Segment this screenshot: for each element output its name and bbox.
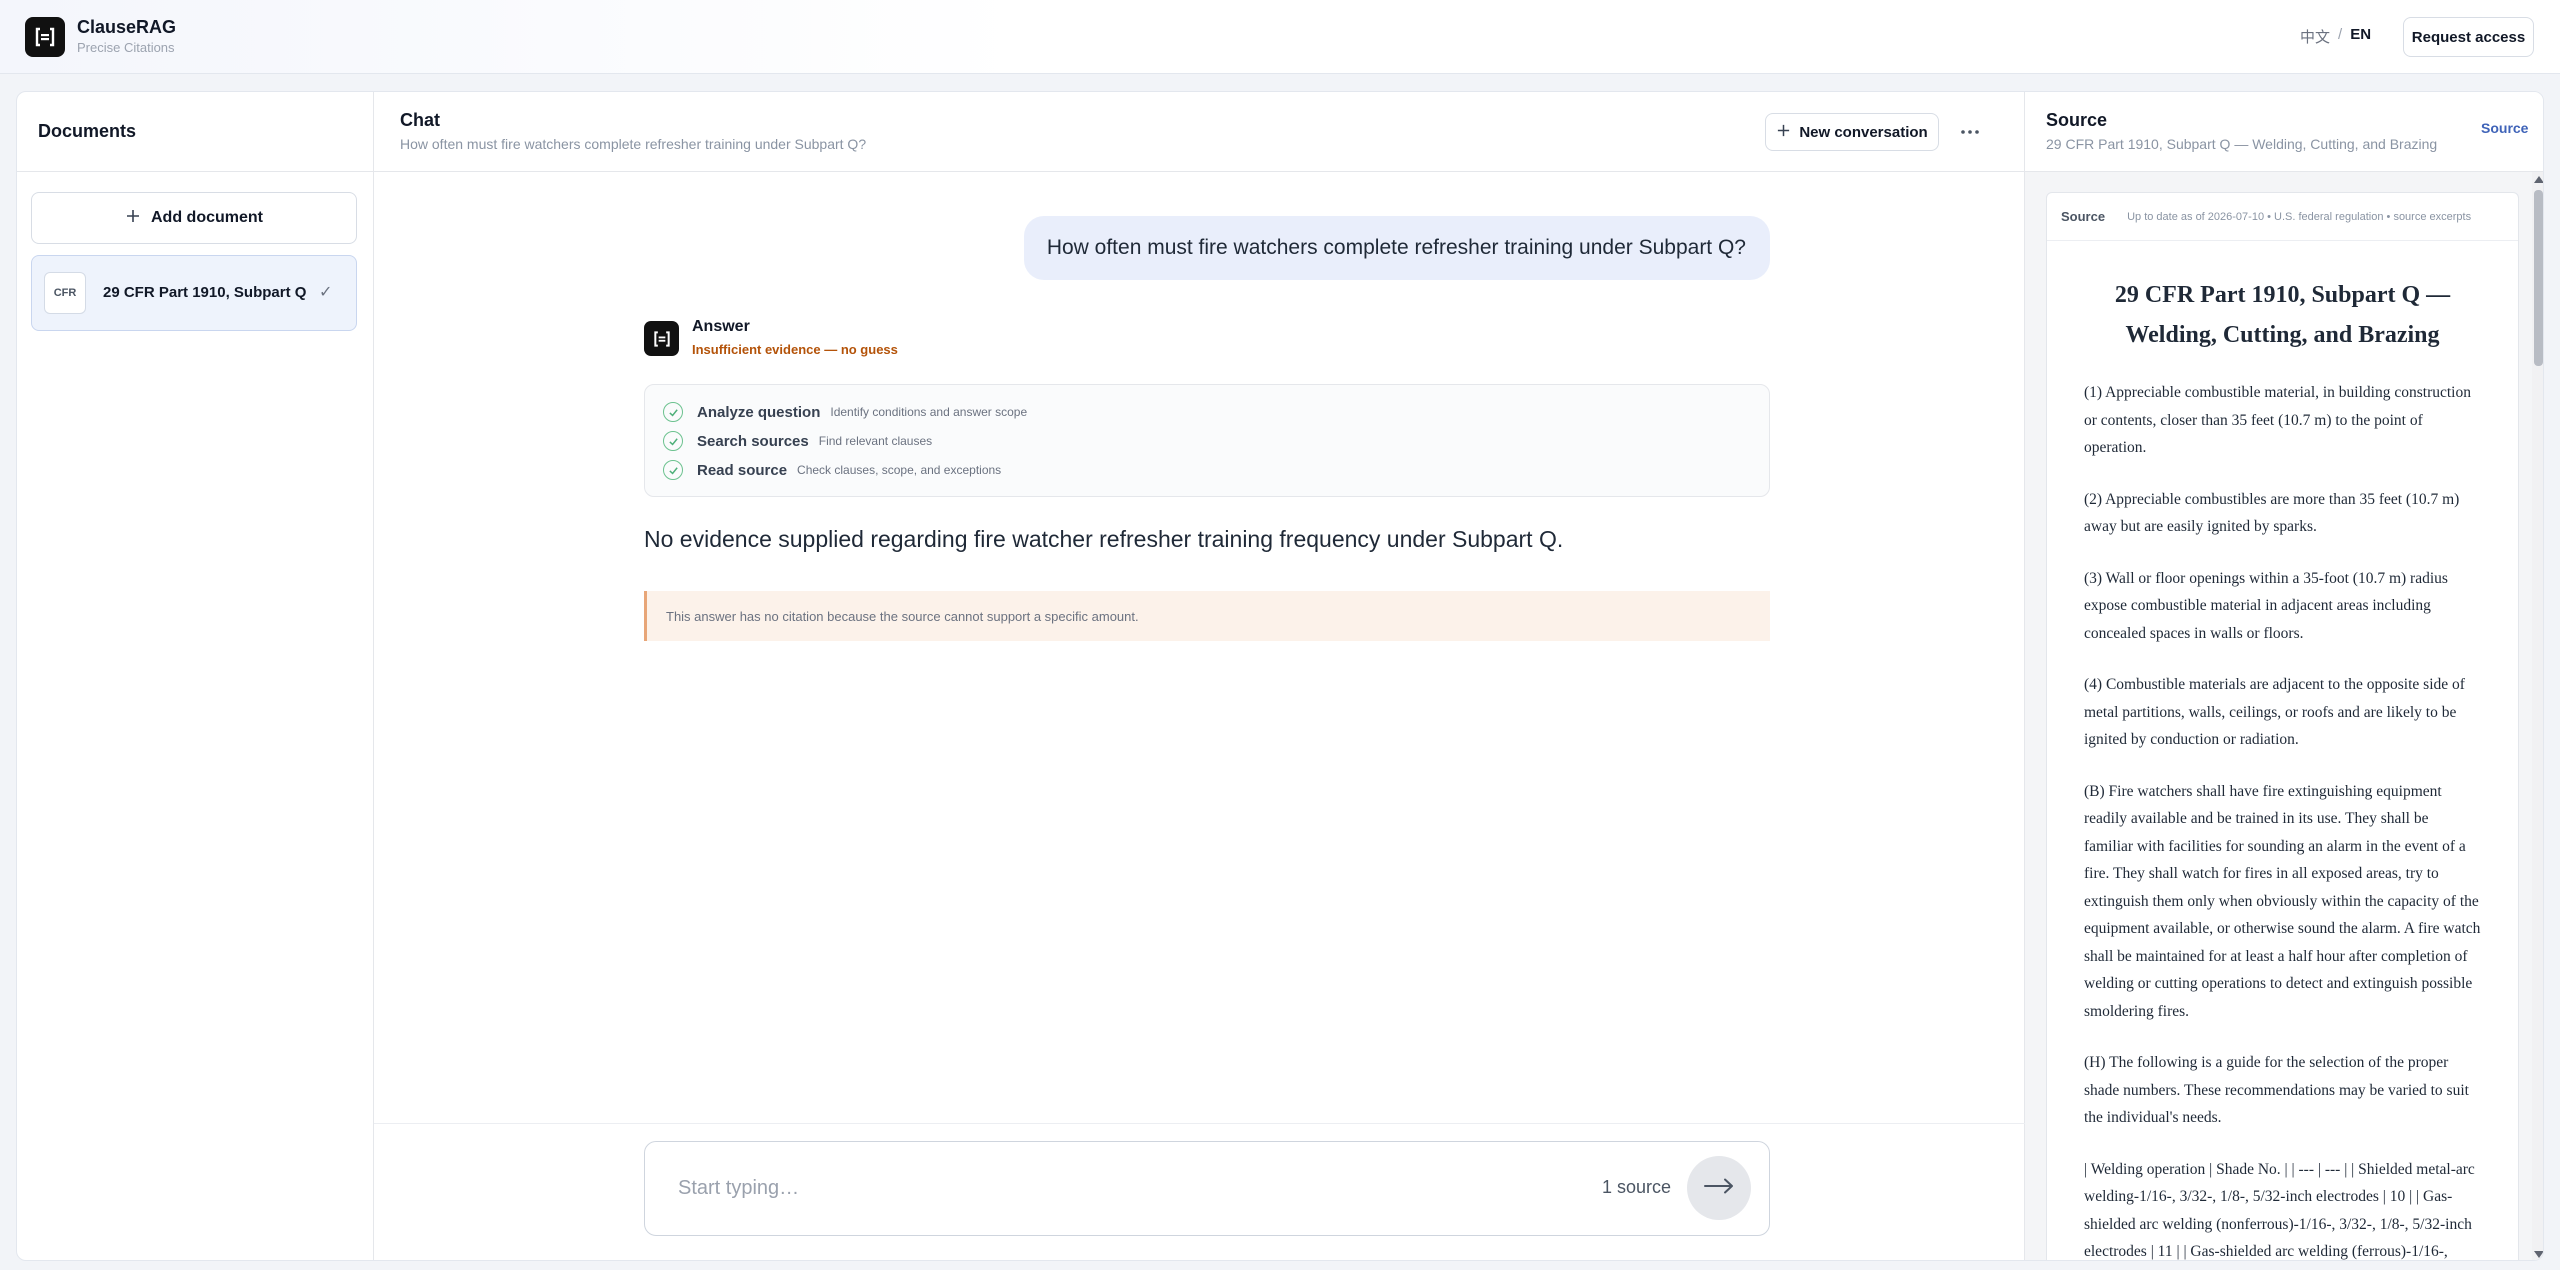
source-paragraph: (1) Appreciable combustible material, in… — [2084, 384, 2471, 456]
answer-title: Answer — [692, 318, 750, 335]
documents-panel: Documents Add document CFR 29 CFR Part 1… — [17, 92, 374, 1260]
answer-text: No evidence supplied regarding fire watc… — [644, 526, 1564, 552]
documents-header: Documents — [17, 92, 374, 172]
chat-title: Chat — [400, 110, 440, 130]
reasoning-steps: Analyze question Identify conditions and… — [644, 384, 1770, 497]
step-search-sources: Search sources Find relevant clauses — [663, 430, 932, 452]
check-circle-icon — [663, 431, 683, 451]
plus-icon — [1776, 123, 1791, 142]
top-bar: ClauseRAG Precise Citations 中文 / EN Requ… — [0, 0, 2560, 74]
source-scrollbar[interactable] — [2532, 172, 2543, 1260]
step-name: Search sources — [697, 432, 809, 450]
plus-icon — [125, 208, 141, 229]
source-meta-bar: Source Up to date as of 2026-07-10 • U.S… — [2047, 193, 2518, 241]
step-description: Find relevant clauses — [818, 434, 933, 448]
document-item[interactable]: CFR 29 CFR Part 1910, Subpart Q ··· ✓ — [31, 255, 357, 331]
app-name: ClauseRAG — [77, 17, 177, 37]
scrollbar-thumb[interactable] — [2534, 190, 2543, 366]
source-paragraph: (2) Appreciable combustibles are more th… — [2084, 490, 2460, 536]
step-name: Read source — [697, 461, 788, 479]
send-button[interactable] — [1687, 1156, 1751, 1220]
scroll-up-arrow-icon[interactable] — [2534, 176, 2543, 183]
selected-check-icon: ✓ — [319, 284, 333, 301]
source-paragraph: (4) Combustible materials are adjacent t… — [2084, 676, 2465, 748]
no-citation-notice: This answer has no citation because the … — [644, 591, 1770, 641]
composer-divider — [374, 1123, 2025, 1124]
message-input[interactable] — [645, 1142, 1545, 1235]
more-options-icon[interactable] — [1952, 114, 1988, 150]
documents-title: Documents — [38, 121, 137, 141]
message-composer: 1 source — [644, 1141, 1770, 1236]
lang-zh-option[interactable]: 中文 — [2300, 26, 2330, 47]
chat-header: Chat How often must fire watchers comple… — [374, 92, 2025, 172]
source-header: Source 29 CFR Part 1910, Subpart Q — Wel… — [2025, 92, 2543, 172]
source-card-label: Source — [2061, 209, 2106, 224]
source-paragraph-fire-watchers: (B) Fire watchers shall have fire exting… — [2084, 782, 2481, 1020]
workspace: Documents Add document CFR 29 CFR Part 1… — [16, 91, 2544, 1261]
source-document-card: Source Up to date as of 2026-07-10 • U.S… — [2046, 192, 2519, 1261]
add-document-button[interactable]: Add document — [31, 192, 357, 244]
source-panel: Source 29 CFR Part 1910, Subpart Q — Wel… — [2025, 92, 2543, 1261]
add-document-label: Add document — [151, 209, 263, 226]
source-count[interactable]: 1 source — [1602, 1177, 1671, 1198]
notice-text: This answer has no citation because the … — [666, 608, 1139, 624]
user-message: How often must fire watchers complete re… — [1024, 216, 1770, 280]
step-name: Analyze question — [697, 403, 821, 421]
request-access-button[interactable]: Request access — [2403, 17, 2534, 57]
source-link[interactable]: Source — [2481, 120, 2528, 136]
arrow-right-icon — [1704, 1178, 1734, 1199]
document-type-badge: CFR — [44, 272, 86, 314]
lang-en-option[interactable]: EN — [2350, 26, 2371, 47]
answer-status-label: Insufficient evidence — no guess — [692, 342, 898, 357]
new-conversation-button[interactable]: New conversation — [1765, 113, 1939, 151]
source-document-body: 29 CFR Part 1910, Subpart Q — Welding, C… — [2047, 275, 2518, 1261]
source-document-title: 29 CFR Part 1910, Subpart Q — Welding, C… — [2114, 282, 2451, 348]
check-circle-icon — [663, 460, 683, 480]
lang-separator: / — [2338, 26, 2343, 43]
user-message-text: How often must fire watchers complete re… — [1046, 236, 1746, 259]
chat-subtitle: How often must fire watchers complete re… — [400, 136, 867, 152]
step-description: Check clauses, scope, and exceptions — [797, 463, 1002, 477]
source-paragraph: (3) Wall or floor openings within a 35-f… — [2084, 569, 2448, 642]
app-tagline: Precise Citations — [77, 40, 175, 55]
step-description: Identify conditions and answer scope — [830, 405, 1028, 419]
language-switcher: 中文 / EN — [2300, 26, 2371, 47]
document-name: 29 CFR Part 1910, Subpart Q ··· — [103, 284, 308, 301]
step-read-source: Read source Check clauses, scope, and ex… — [663, 459, 1001, 481]
source-card-info: Up to date as of 2026-07-10 • U.S. feder… — [2127, 210, 2472, 223]
app-logo-icon[interactable] — [25, 17, 65, 57]
source-title: Source — [2046, 110, 2108, 130]
source-paragraph: (H) The following is a guide for the sel… — [2084, 1054, 2469, 1126]
chat-panel: Chat How often must fire watchers comple… — [374, 92, 2025, 1260]
check-circle-icon — [663, 402, 683, 422]
assistant-avatar-icon — [644, 321, 679, 356]
source-table-text: | Welding operation | Shade No. | | --- … — [2084, 1160, 2475, 1261]
step-analyze-question: Analyze question Identify conditions and… — [663, 401, 1027, 423]
new-conversation-label: New conversation — [1799, 123, 1928, 141]
source-subtitle: 29 CFR Part 1910, Subpart Q — Welding, C… — [2046, 136, 2438, 152]
scroll-down-arrow-icon[interactable] — [2534, 1251, 2543, 1258]
